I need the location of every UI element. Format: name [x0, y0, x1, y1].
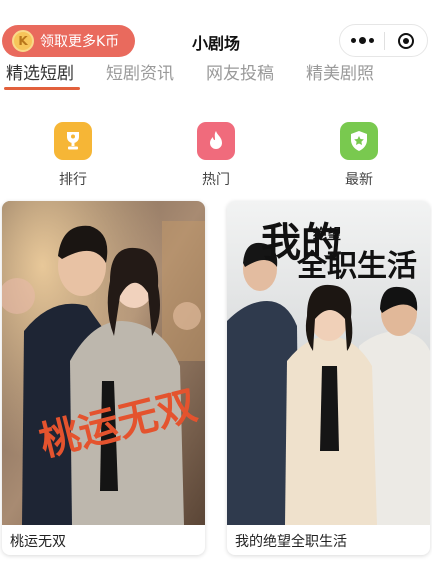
drama-title: 我的绝望全职生活	[235, 534, 347, 550]
drama-card[interactable]: 我的 绝望 全职生活 我的绝望全职生活	[227, 201, 430, 555]
category-hot[interactable]: 热门	[176, 122, 256, 189]
tab-bar: 精选短剧 短剧资讯 网友投稿 精美剧照	[0, 57, 432, 91]
trophy-icon	[54, 122, 92, 160]
drama-poster: 我的 绝望 全职生活	[227, 201, 430, 525]
tab-submissions[interactable]: 网友投稿	[206, 59, 274, 84]
tab-news[interactable]: 短剧资讯	[106, 59, 174, 84]
close-target-icon	[398, 32, 414, 49]
drama-poster: 桃运无双	[2, 201, 205, 525]
flame-icon	[197, 122, 235, 160]
tab-featured[interactable]: 精选短剧	[6, 59, 74, 84]
category-ranking[interactable]: 排行	[33, 122, 113, 189]
drama-title: 桃运无双	[10, 534, 66, 550]
active-tab-indicator	[4, 87, 80, 90]
poster-title-line-2: 绝望	[313, 226, 341, 243]
category-label: 热门	[202, 172, 230, 188]
top-bar: K 领取更多K币 小剧场	[0, 0, 432, 57]
tab-stills[interactable]: 精美剧照	[306, 59, 374, 84]
poster-title-line-3: 全职生活	[296, 249, 417, 284]
star-badge-icon	[340, 122, 378, 160]
category-shortcuts: 排行 热门 最新	[0, 122, 432, 192]
category-latest[interactable]: 最新	[319, 122, 399, 189]
category-label: 排行	[59, 172, 87, 188]
mini-program-capsule	[339, 24, 428, 57]
category-label: 最新	[345, 172, 373, 188]
more-menu-icon[interactable]	[340, 37, 384, 44]
close-mini-program-button[interactable]	[385, 32, 427, 49]
drama-card[interactable]: 桃运无双 桃运无双	[2, 201, 205, 555]
